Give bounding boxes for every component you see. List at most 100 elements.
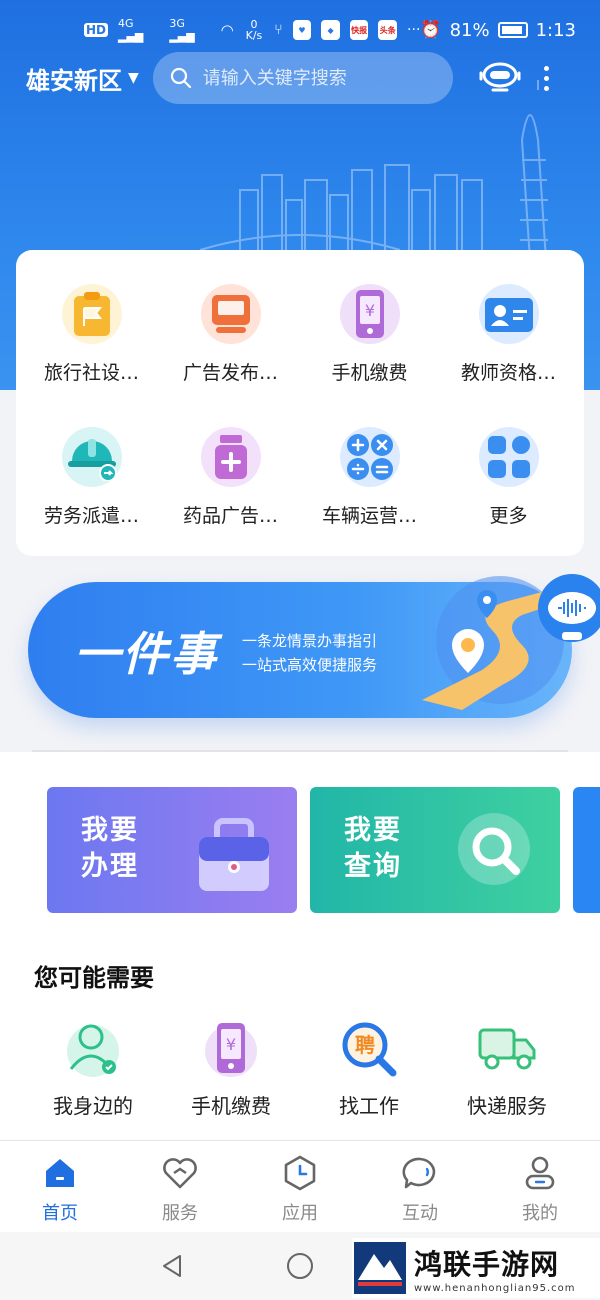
quick-action-handle[interactable]: 我要办理 (47, 787, 297, 913)
app-notify-icon: ♥ (292, 20, 312, 40)
tab-label: 互动 (402, 1203, 438, 1224)
region-selector[interactable]: 雄安新区 ▼ (26, 61, 139, 96)
status-right: ⏰ 81% 1:13 (420, 20, 576, 41)
watermark-url: www.henanhonglian95.com (414, 1282, 576, 1294)
service-label: 旅行社设… (43, 362, 139, 384)
search-input[interactable] (202, 67, 433, 89)
quick-action-partial[interactable] (573, 787, 600, 913)
id-card-icon (478, 284, 539, 344)
service-item-ad-publish[interactable]: 广告发布… (161, 270, 300, 413)
need-label: 我身边的 (53, 1094, 133, 1118)
service-label: 广告发布… (182, 362, 278, 384)
alarm-icon: ⏰ (420, 20, 442, 40)
service-label: 更多 (489, 505, 528, 527)
kuaibao-notify-icon: 快报 (349, 20, 369, 40)
service-label: 手机缴费 (331, 362, 408, 384)
need-item-phone-payment[interactable]: ¥ 手机缴费 (162, 1018, 300, 1119)
phone-payment-icon: ¥ (339, 284, 400, 344)
clock: 1:13 (535, 19, 576, 41)
banner-subtitle-2: 一站式高效便捷服务 (242, 656, 378, 674)
magnifier-icon (458, 813, 530, 885)
tab-home[interactable]: 首页 (0, 1141, 120, 1232)
service-item-drug-ad[interactable]: 药品广告… (161, 413, 300, 556)
calculator-icon (339, 427, 400, 487)
heart-hand-icon (160, 1153, 200, 1193)
banner-subtitle-1: 一条龙情景办事指引 (242, 632, 378, 650)
dot-icon (544, 85, 550, 91)
watermark-text: 鸿联手游网 www.henanhonglian95.com (414, 1243, 576, 1294)
job-badge: 聘 (355, 1033, 375, 1057)
service-item-vehicle-operation[interactable]: 车辆运营… (300, 413, 439, 556)
need-label: 找工作 (339, 1094, 399, 1118)
top-bar: 雄安新区 ▼ (0, 50, 600, 106)
toutiao-notify-icon: 头条 (378, 20, 398, 40)
service-item-more[interactable]: 更多 (439, 413, 578, 556)
usb-icon: ⑂ (274, 22, 283, 38)
back-icon[interactable] (158, 1252, 186, 1280)
billboard-icon (200, 284, 261, 344)
need-item-find-job[interactable]: 聘 找工作 (300, 1018, 438, 1119)
quick-action-title: 我要查询 (344, 815, 402, 882)
tab-mine[interactable]: 我的 (480, 1141, 600, 1232)
status-left: HD 4G ▂▄▆ 3G ▂▄▆ ◠ 0 K/s ⑂ ♥ ◆ 快报 头条 ··· (84, 17, 420, 43)
home-circle-icon[interactable] (286, 1252, 314, 1280)
delivery-truck-icon (476, 1018, 538, 1080)
clipboard-flag-icon (61, 284, 122, 344)
signal-3g-icon: 3G ▂▄▆ (169, 17, 195, 43)
dot-icon (544, 65, 550, 71)
search-bar[interactable] (152, 52, 453, 104)
job-search-icon: 聘 (338, 1018, 400, 1080)
tab-label: 我的 (522, 1203, 558, 1224)
phone-payment-icon: ¥ (200, 1018, 262, 1080)
network-speed: 0 K/s (245, 18, 263, 42)
need-item-delivery[interactable]: 快递服务 (438, 1018, 576, 1119)
service-item-travel-agency[interactable]: 旅行社设… (22, 270, 161, 413)
signal-4g-label: 4G (118, 17, 134, 30)
signal-3g-label: 3G (169, 17, 185, 30)
medicine-bottle-icon (200, 427, 261, 487)
service-item-labor-dispatch[interactable]: 劳务派遣… (22, 413, 161, 556)
baidu-notify-icon: ◆ (321, 20, 340, 40)
wifi-icon: ◠ (220, 21, 234, 39)
more-options-button[interactable] (537, 65, 557, 91)
assistant-robot-button[interactable] (475, 58, 525, 98)
person-location-icon (62, 1018, 124, 1080)
battery-icon (497, 22, 528, 38)
robot-icon (479, 62, 521, 92)
service-item-teacher-qualification[interactable]: 教师资格… (439, 270, 578, 413)
section-title: 您可能需要 (34, 964, 154, 992)
tab-label: 服务 (162, 1203, 198, 1224)
quick-action-query[interactable]: 我要查询 (310, 787, 560, 913)
need-label: 快递服务 (467, 1094, 547, 1118)
service-grid: 旅行社设… 广告发布… ¥ 手机缴费 教师资格… 劳务派遣… 药品广告… 车辆运… (16, 250, 584, 556)
service-label: 药品广告… (182, 505, 278, 527)
tab-interact[interactable]: 互动 (360, 1141, 480, 1232)
need-item-nearby[interactable]: 我身边的 (24, 1018, 162, 1119)
caret-down-icon: ▼ (128, 70, 139, 86)
bottom-tab-bar: 首页 服务 应用 互动 我的 (0, 1140, 600, 1232)
chat-bubble-icon (400, 1153, 440, 1193)
hexagon-clock-icon (280, 1153, 320, 1193)
service-label: 劳务派遣… (43, 505, 139, 527)
watermark: 鸿联手游网 www.henanhonglian95.com (352, 1238, 600, 1298)
watermark-logo (354, 1242, 406, 1294)
hd-indicator: HD (84, 23, 109, 37)
user-icon (520, 1153, 560, 1193)
recommended-services: 我身边的 ¥ 手机缴费 聘 找工作 快递服务 (24, 1018, 576, 1119)
tab-label: 首页 (42, 1203, 78, 1224)
tab-service[interactable]: 服务 (120, 1141, 240, 1232)
tab-apps[interactable]: 应用 (240, 1141, 360, 1232)
map-route-illustration (422, 574, 600, 710)
service-item-phone-payment[interactable]: ¥ 手机缴费 (300, 270, 439, 413)
city-skyline-illustration (200, 80, 548, 260)
banner-title: 一件事 (74, 627, 218, 681)
worker-helmet-icon (61, 427, 122, 487)
quick-action-title: 我要办理 (81, 815, 139, 882)
service-label: 教师资格… (460, 362, 556, 384)
home-icon (40, 1153, 80, 1193)
grid-more-icon (478, 427, 539, 487)
service-label: 车辆运营… (321, 505, 417, 527)
one-thing-banner[interactable]: 一件事 一条龙情景办事指引 一站式高效便捷服务 (28, 574, 600, 718)
need-label: 手机缴费 (191, 1094, 271, 1118)
battery-percent: 81% (449, 19, 490, 41)
